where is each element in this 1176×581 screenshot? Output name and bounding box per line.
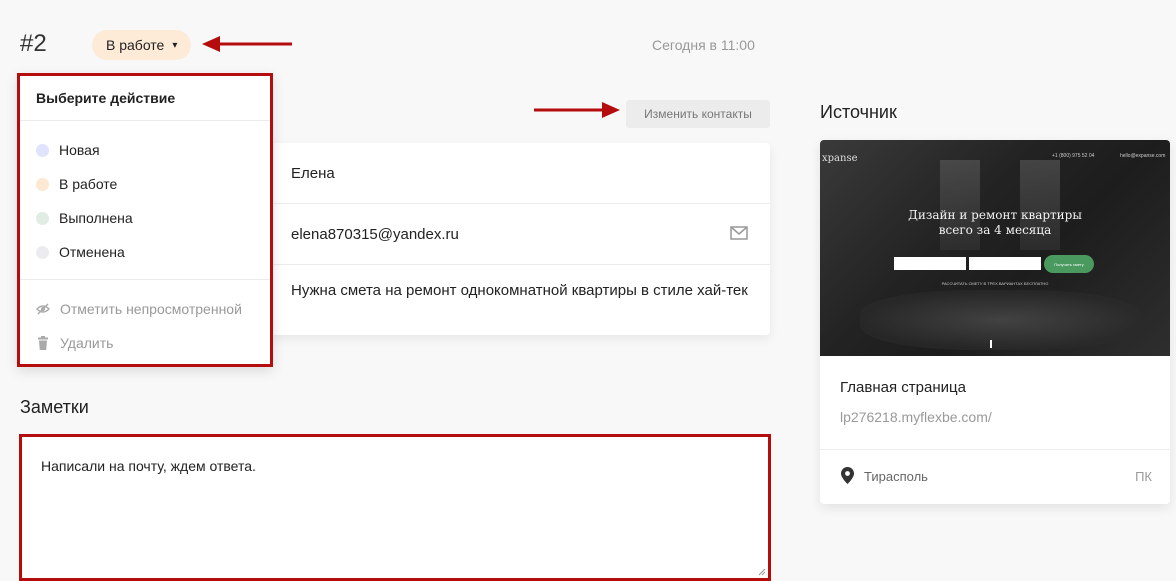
preview-email: hello@expanse.com: [1120, 153, 1166, 159]
notes-heading: Заметки: [20, 397, 89, 417]
status-dropdown-menu: Выберите действие Новая В работе Выполне…: [17, 73, 273, 367]
contact-message-row: Нужна смета на ремонт однокомнатной квар…: [270, 265, 770, 335]
contact-email[interactable]: elena870315@yandex.ru: [291, 226, 459, 243]
preview-headline: Дизайн и ремонт квартиры всего за 4 меся…: [820, 208, 1170, 238]
annotation-arrow-icon: [202, 36, 292, 52]
notes-text: Написали на почту, ждем ответа.: [41, 458, 256, 474]
source-city: Тирасполь: [864, 469, 928, 484]
status-dot-icon: [36, 211, 49, 225]
order-timestamp: Сегодня в 11:00: [652, 37, 755, 53]
status-option-done[interactable]: Выполнена: [36, 210, 133, 226]
order-id: #2: [20, 30, 47, 57]
divider: [20, 120, 270, 121]
contact-name: Елена: [291, 165, 335, 182]
status-option-in-progress[interactable]: В работе: [36, 176, 117, 192]
location-pin-icon: [841, 467, 854, 484]
eye-off-icon: [36, 303, 50, 315]
preview-sofa-decoration: [860, 290, 1140, 350]
contact-card: Елена elena870315@yandex.ru Нужна смета …: [270, 143, 770, 335]
mark-unread-action[interactable]: Отметить непросмотренной: [36, 301, 242, 317]
status-option-label: Новая: [59, 142, 100, 158]
action-label: Отметить непросмотренной: [60, 301, 242, 317]
preview-cta-button: Получить смету: [1044, 255, 1094, 273]
status-option-label: Выполнена: [59, 210, 133, 226]
delete-action[interactable]: Удалить: [36, 335, 113, 351]
preview-lamp-decoration: [990, 340, 992, 348]
chevron-down-icon: ▾: [172, 39, 178, 51]
mail-icon[interactable]: [730, 226, 748, 240]
status-option-new[interactable]: Новая: [36, 142, 100, 158]
status-dot-icon: [36, 177, 49, 191]
preview-logo: xpanse: [822, 153, 858, 164]
page-preview-thumbnail[interactable]: xpanse +1 (800) 975 52 04 hello@expanse.…: [820, 140, 1170, 356]
status-dot-icon: [36, 245, 49, 259]
source-page-title: Главная страница: [840, 379, 966, 396]
status-option-label: Отменена: [59, 244, 125, 260]
preview-input: [894, 257, 966, 270]
notes-textarea[interactable]: Написали на почту, ждем ответа.: [19, 434, 771, 581]
status-label: В работе: [106, 37, 165, 53]
preview-headline-line-1: Дизайн и ремонт квартиры: [908, 208, 1082, 222]
source-card: xpanse +1 (800) 975 52 04 hello@expanse.…: [820, 140, 1170, 504]
status-dot-icon: [36, 143, 49, 157]
change-contacts-button[interactable]: Изменить контакты: [626, 100, 770, 128]
status-option-cancelled[interactable]: Отменена: [36, 244, 125, 260]
contact-message: Нужна смета на ремонт однокомнатной квар…: [291, 282, 748, 299]
status-option-label: В работе: [59, 176, 118, 192]
contact-email-row: elena870315@yandex.ru: [270, 204, 770, 265]
dropdown-title: Выберите действие: [36, 90, 176, 106]
preview-subtext: РАССЧИТАТЬ СМЕТУ В ТРЕХ ВАРИАНТАХ БЕСПЛА…: [941, 281, 1049, 286]
contact-name-row: Елена: [270, 143, 770, 204]
source-page-url[interactable]: lp276218.myflexbe.com/: [840, 409, 992, 425]
preview-input: [969, 257, 1041, 270]
source-device: ПК: [1135, 469, 1152, 484]
trash-icon: [38, 336, 48, 350]
source-heading: Источник: [820, 102, 897, 122]
annotation-arrow-icon: [534, 102, 620, 118]
resize-grip-icon[interactable]: [758, 568, 766, 576]
preview-phone: +1 (800) 975 52 04: [1052, 153, 1095, 159]
preview-headline-line-2: всего за 4 месяца: [938, 223, 1052, 237]
divider: [20, 279, 270, 280]
status-dropdown[interactable]: В работе ▾: [92, 30, 192, 60]
action-label: Удалить: [60, 335, 114, 351]
divider: [820, 449, 1170, 450]
